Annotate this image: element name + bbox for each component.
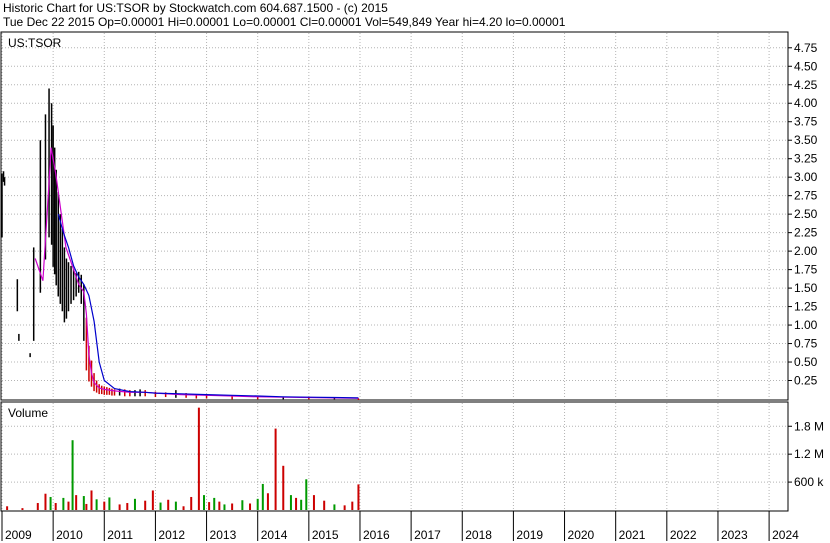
volume-bar: [190, 496, 193, 510]
volume-bar: [300, 499, 303, 510]
price-tick-label: 3.75: [794, 115, 818, 129]
volume-bar: [289, 495, 292, 510]
symbol-label: US:TSOR: [8, 36, 62, 50]
volume-bar: [241, 500, 244, 510]
x-tick-label: 2012: [158, 528, 185, 542]
price-tick-label: 0.25: [794, 374, 818, 388]
volume-tick-label: 1.2 M: [794, 447, 824, 461]
price-tick-label: 4.50: [794, 59, 818, 73]
volume-bar: [256, 498, 259, 510]
volume-bar: [44, 493, 47, 510]
x-tick-label: 2014: [261, 528, 288, 542]
volume-tick-label: 1.8 M: [794, 419, 824, 433]
volume-bar: [151, 490, 154, 510]
volume-bar: [333, 504, 336, 510]
volume-bar: [305, 479, 308, 510]
volume-bar: [266, 493, 269, 510]
price-tick-label: 1.00: [794, 318, 818, 332]
volume-tick-label: 600 k: [794, 475, 824, 489]
volume-bar: [261, 483, 264, 510]
price-tick-label: 4.75: [794, 41, 818, 55]
price-tick-label: 4.25: [794, 78, 818, 92]
x-tick-label: 2020: [568, 528, 595, 542]
volume-bar: [167, 499, 170, 510]
volume-bar: [218, 501, 221, 510]
price-axis-ticks: 4.75 4.50 4.25 4.00 3.75 3.50 3.25 3.00 2.75 2.50…: [788, 41, 818, 388]
price-panel: [0, 31, 789, 401]
stock-chart: Historic Chart for US:TSOR by Stockwatch…: [0, 1, 824, 542]
price-tick-label: 0.50: [794, 355, 818, 369]
volume-bar: [231, 503, 234, 510]
price-tick-label: 0.75: [794, 337, 818, 351]
volume-bar: [213, 497, 216, 510]
x-tick-label: 2019: [516, 528, 543, 542]
volume-bar: [274, 428, 277, 510]
x-tick-label: 2022: [670, 528, 697, 542]
volume-bar: [197, 407, 200, 510]
price-tick-label: 2.50: [794, 207, 818, 221]
volume-bar: [108, 497, 111, 510]
volume-bar: [223, 504, 226, 510]
volume-panel: [0, 401, 789, 512]
price-tick-label: 3.25: [794, 152, 818, 166]
volume-bar: [208, 502, 211, 510]
x-tick-label: 2009: [5, 528, 32, 542]
x-tick-label: 2023: [721, 528, 748, 542]
volume-bar: [357, 484, 360, 510]
volume-bar: [49, 496, 52, 510]
price-tick-label: 2.25: [794, 226, 818, 240]
volume-bar: [203, 495, 206, 510]
volume-bar: [71, 440, 74, 510]
volume-bar: [323, 500, 326, 510]
price-tick-label: 2.75: [794, 189, 818, 203]
x-tick-label: 2013: [210, 528, 237, 542]
volume-bar: [249, 503, 252, 510]
volume-bar: [182, 506, 185, 510]
volume-bar: [159, 502, 162, 510]
volume-bar: [118, 504, 121, 510]
volume-bar: [95, 499, 98, 510]
volume-label: Volume: [8, 406, 48, 420]
volume-bar: [21, 508, 24, 510]
price-tick-label: 1.50: [794, 281, 818, 295]
volume-bar: [75, 495, 78, 510]
volume-bar: [6, 506, 9, 510]
volume-bar: [54, 503, 57, 510]
x-tick-label: 2021: [619, 528, 646, 542]
price-tick-label: 3.50: [794, 133, 818, 147]
header-line-1: Historic Chart for US:TSOR by Stockwatch…: [3, 1, 388, 15]
volume-bar: [90, 490, 93, 510]
x-tick-label: 2011: [107, 528, 133, 542]
volume-bar: [351, 501, 354, 510]
volume-bar: [36, 503, 39, 510]
x-tick-label: 2018: [465, 528, 492, 542]
x-tick-label: 2015: [312, 528, 339, 542]
x-tick-label: 2010: [56, 528, 83, 542]
price-tick-label: 4.00: [794, 96, 818, 110]
price-tick-label: 1.25: [794, 300, 818, 314]
price-tick-label: 3.00: [794, 170, 818, 184]
x-tick-label: 2024: [772, 528, 799, 542]
volume-bar: [67, 501, 70, 510]
header-line-2: Tue Dec 22 2015 Op=0.00001 Hi=0.00001 Lo…: [3, 15, 566, 29]
x-tick-label: 2017: [414, 528, 441, 542]
volume-bar: [174, 501, 177, 510]
volume-bar: [144, 500, 147, 510]
volume-bar: [282, 465, 285, 510]
price-tick-label: 1.75: [794, 263, 818, 277]
x-axis-ticks: 2009 2010 2011 2012 2013 2014 2015 2016 2017 2018…: [1, 511, 799, 542]
volume-bar: [133, 498, 136, 510]
price-tick-label: 2.00: [794, 244, 818, 258]
volume-bar: [343, 505, 346, 510]
volume-bar: [85, 503, 88, 510]
volume-axis-ticks: 1.8 M 1.2 M 600 k: [788, 419, 824, 489]
volume-bar: [62, 497, 65, 510]
volume-bar: [295, 497, 298, 510]
volume-bar: [312, 495, 315, 510]
volume-bar: [103, 501, 106, 510]
volume-bar: [126, 503, 129, 510]
x-tick-label: 2016: [363, 528, 390, 542]
volume-bar: [82, 496, 85, 510]
